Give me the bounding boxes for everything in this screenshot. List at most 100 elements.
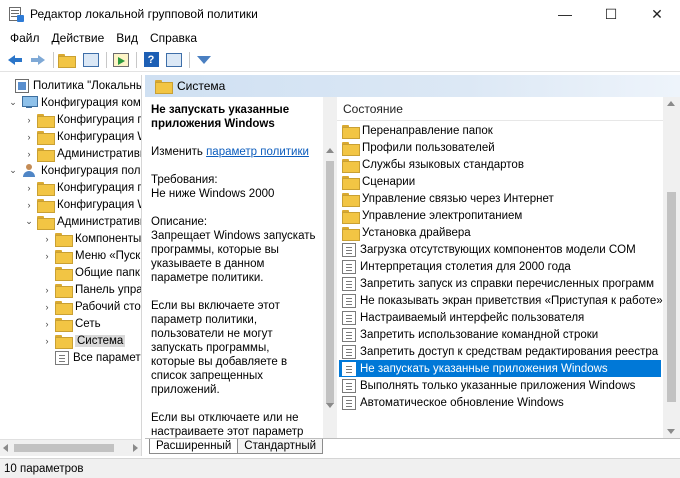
chevron-right-icon[interactable]: ›	[42, 234, 52, 244]
scroll-up-arrow-icon[interactable]	[667, 101, 675, 106]
tree-item-admin-templates-computer[interactable]: › Административн	[24, 145, 141, 162]
chevron-right-icon[interactable]: ›	[24, 132, 34, 142]
description-paragraph-enabled: Если вы включаете этот параметр политики…	[151, 300, 288, 396]
menu-file[interactable]: Файл	[4, 31, 46, 45]
tree-item-software-settings-computer[interactable]: › Конфигурация п	[24, 111, 141, 128]
description-scrollbar[interactable]	[323, 97, 337, 438]
gpedit-app-icon	[8, 6, 24, 22]
chevron-down-icon[interactable]: ⌄	[8, 165, 18, 176]
tree-item-admin-templates-user[interactable]: ⌄ Административн	[24, 213, 141, 230]
scrollbar-thumb[interactable]	[667, 192, 676, 402]
list-item-label: Запретить использование командной строки	[360, 328, 599, 341]
policy-setting-icon	[342, 378, 356, 393]
tree-item-all-settings[interactable]: Все параметр	[42, 349, 141, 366]
tab-extended[interactable]: Расширенный	[149, 439, 239, 454]
chevron-right-icon[interactable]: ›	[24, 149, 34, 159]
up-level-button[interactable]	[57, 50, 79, 70]
forward-button[interactable]	[27, 50, 49, 70]
chevron-right-icon[interactable]: ›	[42, 285, 52, 295]
list-item[interactable]: Профили пользователей	[339, 139, 661, 156]
show-hide-tree-button[interactable]	[80, 50, 102, 70]
tree-item-computer-config[interactable]: ⌄ Конфигурация комп	[8, 94, 141, 111]
tree-item-windows-settings-computer[interactable]: › Конфигурация W	[24, 128, 141, 145]
list-vertical-scrollbar[interactable]	[663, 97, 680, 438]
close-button[interactable]: ✕	[634, 0, 680, 28]
list-item[interactable]: Установка драйвера	[339, 224, 661, 241]
tree-item-label: Сеть	[75, 317, 101, 330]
requirements-label: Требования:	[151, 174, 218, 186]
list-item[interactable]: Выполнять только указанные приложения Wi…	[339, 377, 661, 394]
policy-book-icon	[15, 78, 29, 93]
tree-item-control-panel[interactable]: › Панель упра	[42, 281, 141, 298]
chevron-right-icon[interactable]: ›	[42, 319, 52, 329]
list-item[interactable]: Настраиваемый интерфейс пользователя	[339, 309, 661, 326]
chevron-right-icon[interactable]: ›	[42, 302, 52, 312]
scrollbar-thumb[interactable]	[326, 161, 334, 404]
scroll-right-arrow-icon[interactable]	[133, 444, 138, 452]
folder-icon	[37, 113, 55, 128]
tree-item-local-policy[interactable]: Политика "Локальный	[2, 77, 141, 94]
chevron-down-icon[interactable]: ⌄	[24, 216, 34, 227]
minimize-button[interactable]: —	[542, 0, 588, 28]
list-item[interactable]: Управление электропитанием	[339, 207, 661, 224]
folder-icon	[342, 209, 360, 224]
tree-item-label: Компоненты	[75, 232, 142, 245]
chevron-right-icon[interactable]: ›	[24, 115, 34, 125]
tree-item-shared-folders[interactable]: Общие папк	[42, 264, 140, 281]
menu-help[interactable]: Справка	[144, 31, 203, 45]
chevron-right-icon[interactable]: ›	[24, 200, 34, 210]
maximize-button[interactable]: ☐	[588, 0, 634, 28]
folder-icon	[342, 226, 360, 241]
list-item[interactable]: Перенаправление папок	[339, 122, 661, 139]
edit-policy-link[interactable]: параметр политики	[206, 146, 309, 158]
list-item[interactable]: Запретить запуск из справки перечисленны…	[339, 275, 661, 292]
scroll-up-arrow-icon[interactable]	[326, 148, 334, 153]
tree-item-components[interactable]: › Компоненты	[42, 230, 141, 247]
tree-horizontal-scrollbar[interactable]	[0, 439, 141, 456]
tree-item-user-config[interactable]: ⌄ Конфигурация поль	[8, 162, 141, 179]
list-item-label: Управление связью через Интернет	[362, 192, 554, 205]
help-button[interactable]: ?	[140, 50, 162, 70]
list-item-selected[interactable]: Не запускать указанные приложения Window…	[339, 360, 661, 377]
tree-item-windows-settings-user[interactable]: › Конфигурация W	[24, 196, 141, 213]
column-header-state[interactable]: Состояние	[337, 97, 663, 121]
description-pane: Не запускать указанные приложения Window…	[145, 97, 323, 438]
scroll-down-arrow-icon[interactable]	[667, 429, 675, 434]
list-item[interactable]: Автоматическое обновление Windows	[339, 394, 661, 411]
chevron-right-icon[interactable]: ›	[42, 336, 52, 346]
help-icon: ?	[143, 52, 159, 67]
tree-item-start-menu[interactable]: › Меню «Пуск	[42, 247, 140, 264]
back-button[interactable]	[4, 50, 26, 70]
list-item[interactable]: Запретить доступ к средствам редактирова…	[339, 343, 661, 360]
scrollbar-thumb[interactable]	[14, 444, 114, 452]
export-list-button[interactable]	[110, 50, 132, 70]
folder-icon	[55, 283, 73, 298]
chevron-down-icon[interactable]: ⌄	[8, 97, 18, 108]
tab-standard[interactable]: Стандартный	[237, 439, 324, 454]
list-item[interactable]: Управление связью через Интернет	[339, 190, 661, 207]
settings-list[interactable]: Состояние Перенаправление папок Профили …	[337, 97, 663, 438]
description-paragraph-disabled: Если вы отключаете или не настраиваете э…	[151, 412, 304, 438]
scroll-left-arrow-icon[interactable]	[3, 444, 8, 452]
folder-icon	[342, 124, 360, 139]
tree-item-desktop[interactable]: › Рабочий сто.	[42, 298, 141, 315]
list-item[interactable]: Сценарии	[339, 173, 661, 190]
list-item[interactable]: Запретить использование командной строки	[339, 326, 661, 343]
properties-button[interactable]	[163, 50, 185, 70]
menu-action[interactable]: Действие	[46, 31, 111, 45]
chevron-right-icon[interactable]: ›	[24, 183, 34, 193]
tree-item-network[interactable]: › Сеть	[42, 315, 101, 332]
menu-view[interactable]: Вид	[110, 31, 144, 45]
filter-button[interactable]	[193, 50, 215, 70]
chevron-right-icon[interactable]: ›	[42, 251, 52, 261]
list-item[interactable]: Интерпретация столетия для 2000 года	[339, 258, 661, 275]
scroll-down-arrow-icon[interactable]	[326, 403, 334, 408]
list-item[interactable]: Службы языковых стандартов	[339, 156, 661, 173]
navigation-tree[interactable]: Политика "Локальный ⌄ Конфигурация комп …	[0, 75, 142, 456]
list-item-label: Не показывать экран приветствия «Приступ…	[360, 294, 663, 307]
tree-item-software-settings-user[interactable]: › Конфигурация п	[24, 179, 141, 196]
policy-setting-icon	[342, 395, 356, 410]
tree-item-system[interactable]: › Система	[42, 332, 126, 349]
list-item[interactable]: Загрузка отсутствующих компонентов модел…	[339, 241, 661, 258]
list-item[interactable]: Не показывать экран приветствия «Приступ…	[339, 292, 663, 309]
